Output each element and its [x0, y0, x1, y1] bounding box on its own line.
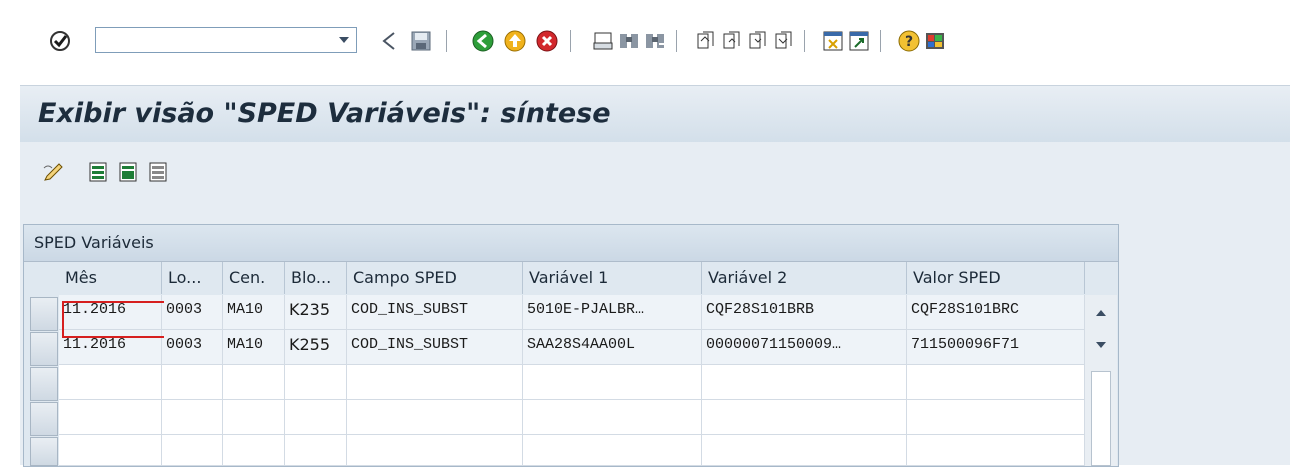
table-cell-empty[interactable] [59, 365, 162, 400]
table-cell[interactable]: COD_INS_SUBST [347, 330, 523, 365]
column-header-variavel-2[interactable]: Variável 2 [702, 262, 907, 294]
table-cell[interactable]: K235 [285, 295, 347, 330]
print-icon[interactable] [590, 28, 616, 54]
table-cell-empty[interactable] [347, 435, 523, 466]
table-cell-empty[interactable] [223, 400, 285, 435]
column-header-mes[interactable]: Mês [59, 262, 162, 294]
row-selector[interactable] [30, 367, 58, 401]
dropdown-icon[interactable] [336, 32, 352, 48]
table-cell[interactable]: CQF28S101BRB [702, 295, 907, 330]
deselect-all-icon[interactable] [146, 160, 170, 184]
table-cell[interactable]: 711500096F71 [907, 330, 1085, 365]
exit-icon[interactable] [502, 28, 528, 54]
table-cell-empty[interactable] [523, 435, 702, 466]
column-header-valor-sped[interactable]: Valor SPED [907, 262, 1085, 294]
system-toolbar: ? [0, 0, 1290, 80]
table-title: SPED Variáveis [34, 233, 154, 252]
svg-text:?: ? [905, 34, 913, 50]
back-triangle-icon[interactable] [376, 28, 402, 54]
find-icon[interactable] [616, 28, 642, 54]
table-cell[interactable]: 5010E-PJALBR… [523, 295, 702, 330]
scroll-down-icon[interactable] [1091, 335, 1111, 355]
table-cell-empty[interactable] [223, 365, 285, 400]
table-cell-empty[interactable] [285, 365, 347, 400]
create-session-icon[interactable] [820, 28, 846, 54]
previous-page-icon[interactable] [718, 28, 744, 54]
table-cell[interactable]: COD_INS_SUBST [347, 295, 523, 330]
column-header-blo[interactable]: Blo... [285, 262, 347, 294]
shortcut-icon[interactable] [846, 28, 872, 54]
find-next-icon[interactable] [642, 28, 668, 54]
layout-icon[interactable] [922, 28, 948, 54]
table-cell[interactable]: SAA28S4AA00L [523, 330, 702, 365]
table-cell-empty[interactable] [907, 435, 1085, 466]
change-display-icon[interactable] [42, 160, 66, 184]
scroll-up-icon[interactable] [1091, 303, 1111, 323]
cancel-icon[interactable] [534, 28, 560, 54]
table-cell[interactable]: 00000071150009… [702, 330, 907, 365]
select-block-icon[interactable] [116, 160, 140, 184]
cell-focus-cursor [62, 301, 164, 338]
table-cell[interactable]: 0003 [162, 330, 223, 365]
vertical-scrollbar[interactable] [1085, 295, 1117, 466]
scroll-track[interactable] [1091, 371, 1111, 466]
next-page-icon[interactable] [744, 28, 770, 54]
column-header-lo[interactable]: Lo... [162, 262, 223, 294]
table-cell-empty[interactable] [907, 365, 1085, 400]
table-cell-empty[interactable] [702, 400, 907, 435]
table-cell-empty[interactable] [285, 435, 347, 466]
table-cell[interactable]: MA10 [223, 295, 285, 330]
help-icon[interactable]: ? [896, 28, 922, 54]
column-header-campo-sped[interactable]: Campo SPED [347, 262, 523, 294]
table-cell-empty[interactable] [523, 400, 702, 435]
last-page-icon[interactable] [770, 28, 796, 54]
first-page-icon[interactable] [692, 28, 718, 54]
table-cell-empty[interactable] [285, 400, 347, 435]
table-cell[interactable]: MA10 [223, 330, 285, 365]
application-toolbar [20, 142, 1290, 210]
command-field[interactable] [95, 27, 357, 53]
page-title: Exibir visão "SPED Variáveis": síntese [38, 98, 611, 129]
table-cell-empty[interactable] [523, 365, 702, 400]
table-cell-empty[interactable] [59, 435, 162, 466]
table-header: Mês Lo... Cen. Blo... Campo SPED Variáve… [24, 262, 1118, 325]
table-cell[interactable]: 0003 [162, 295, 223, 330]
column-header-variavel-1[interactable]: Variável 1 [523, 262, 702, 294]
row-selector[interactable] [30, 297, 58, 331]
row-selector[interactable] [30, 332, 58, 366]
row-selector[interactable] [30, 437, 58, 466]
table-cell-empty[interactable] [223, 435, 285, 466]
table-cell-empty[interactable] [162, 400, 223, 435]
table-cell-empty[interactable] [162, 365, 223, 400]
table-cell-empty[interactable] [59, 400, 162, 435]
table-title-bar: SPED Variáveis [24, 225, 1118, 262]
table-control: SPED Variáveis Mês Lo... Cen. Blo... Cam… [23, 224, 1119, 467]
table-cell[interactable]: CQF28S101BRC [907, 295, 1085, 330]
title-bar: Exibir visão "SPED Variáveis": síntese [20, 85, 1290, 143]
column-header-cen[interactable]: Cen. [223, 262, 285, 294]
table-cell-empty[interactable] [162, 435, 223, 466]
table-cell-empty[interactable] [347, 365, 523, 400]
back-icon[interactable] [470, 28, 496, 54]
table-cell-empty[interactable] [702, 435, 907, 466]
table-cell[interactable]: K255 [285, 330, 347, 365]
save-icon[interactable] [408, 28, 434, 54]
table-cell-empty[interactable] [907, 400, 1085, 435]
table-cell-empty[interactable] [702, 365, 907, 400]
select-all-icon[interactable] [86, 160, 110, 184]
table-cell-empty[interactable] [347, 400, 523, 435]
row-selector[interactable] [30, 402, 58, 436]
enter-icon[interactable] [47, 28, 73, 54]
table-body: 11.2016 0003 MA10 K235 COD_INS_SUBST 501… [59, 295, 1085, 466]
